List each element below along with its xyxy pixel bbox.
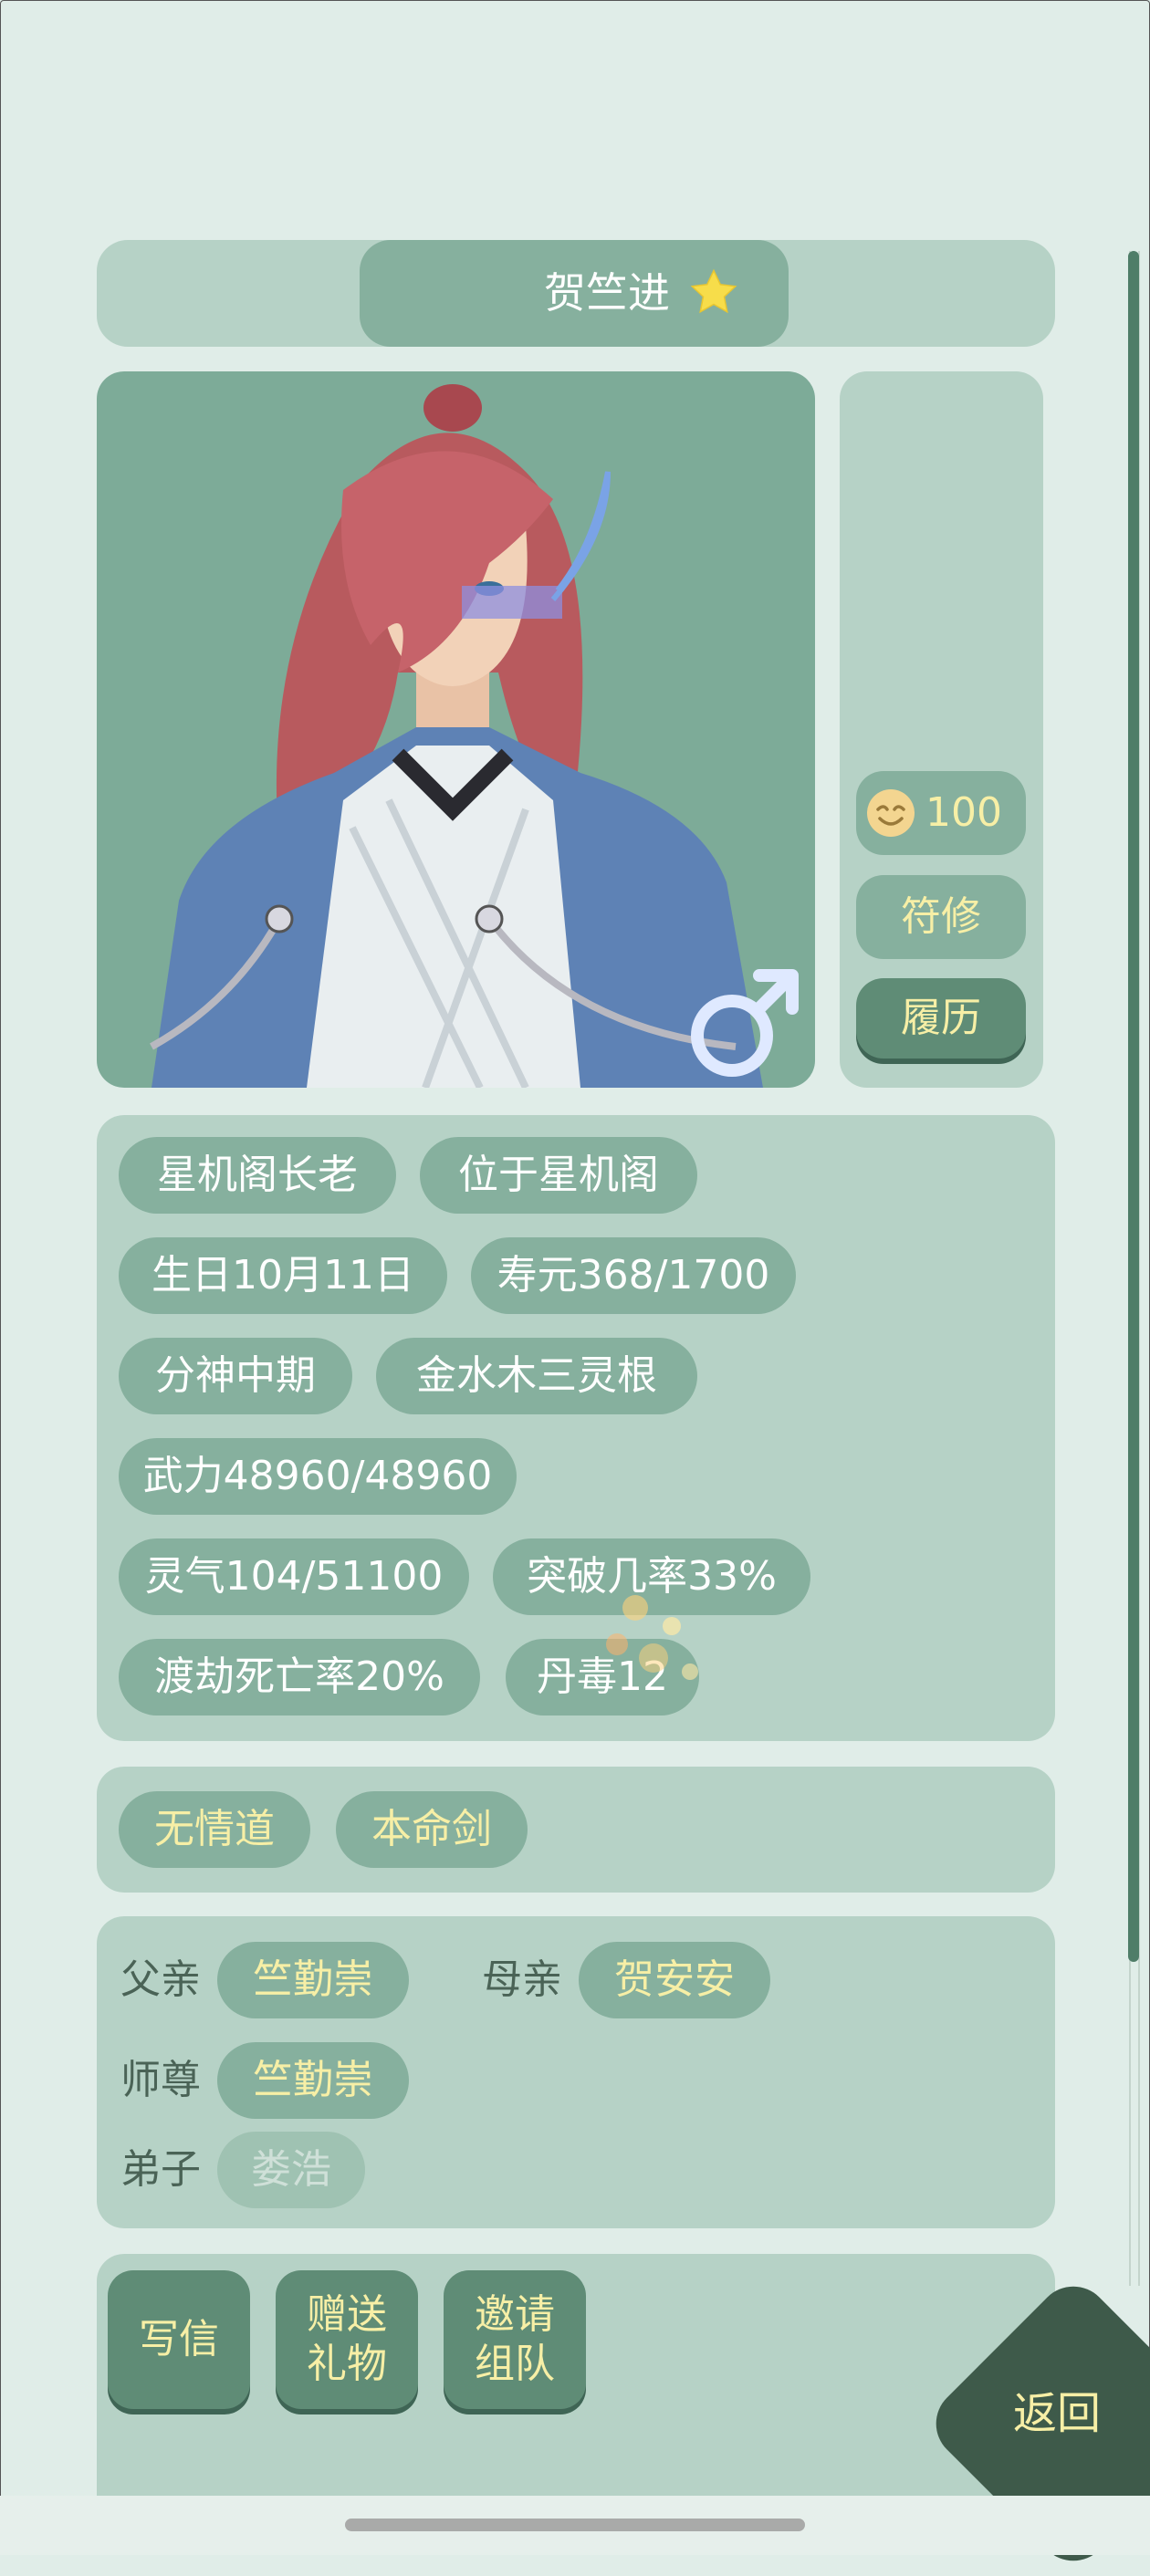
disciple-name[interactable]: 娄浩 [217,2132,365,2208]
info-tag-force: 武力48960/48960 [119,1438,517,1515]
relations-panel: 父亲 竺勤崇 母亲 贺安安 师尊 竺勤崇 弟子 娄浩 [97,1916,1055,2228]
male-symbol-icon [691,969,799,1077]
invite-team-label-line2: 组队 [475,2341,555,2387]
star-icon[interactable] [686,266,741,320]
info-tag-lifespan: 寿元368/1700 [471,1237,796,1314]
master-name[interactable]: 竺勤崇 [217,2042,409,2119]
father-label: 父亲 [120,1956,201,2003]
class-button[interactable]: 符修 [856,875,1026,959]
character-portrait [97,371,815,1088]
info-tag-title: 星机阁长老 [119,1137,396,1214]
trait-tag[interactable]: 无情道 [119,1791,310,1868]
info-tag-location: 位于星机阁 [420,1137,697,1214]
info-tag-spirit-root: 金水木三灵根 [376,1338,697,1414]
character-name: 贺竺进 [544,268,670,318]
info-tag-birthday: 生日10月11日 [119,1237,447,1314]
send-gift-button[interactable]: 赠送 礼物 [276,2270,418,2409]
name-header-panel: 贺竺进 [97,240,1055,347]
invite-team-label-line1: 邀请 [475,2291,555,2338]
invite-team-button[interactable]: 邀请 组队 [444,2270,586,2409]
traits-panel: 无情道 本命剑 [97,1767,1055,1893]
info-tag-tribulation: 渡劫死亡率20% [119,1639,480,1716]
master-label: 师尊 [120,2057,201,2103]
mood-pill: 100 [856,771,1026,855]
sparkle-effect [606,1595,698,1680]
send-gift-label-line2: 礼物 [307,2341,387,2387]
smiley-face-icon [867,789,915,837]
write-letter-button[interactable]: 写信 [108,2270,250,2409]
mood-value: 100 [925,789,1002,836]
disciple-label: 弟子 [120,2146,201,2193]
info-panel: 星机阁长老 位于星机阁 生日10月11日 寿元368/1700 分神中期 金水木… [97,1115,1055,1741]
name-tab: 贺竺进 [360,240,789,347]
history-button[interactable]: 履历 [856,978,1026,1059]
side-panel: 100 符修 履历 [840,371,1043,1088]
send-gift-label-line1: 赠送 [307,2291,387,2338]
write-letter-label: 写信 [139,2316,219,2362]
info-tag-realm: 分神中期 [119,1338,352,1414]
mother-name[interactable]: 贺安安 [579,1942,770,2018]
scrollbar-thumb[interactable] [1128,251,1139,1962]
trait-tag[interactable]: 本命剑 [336,1791,528,1868]
info-tag-qi: 灵气104/51100 [119,1538,469,1615]
home-indicator[interactable] [345,2519,805,2531]
father-name[interactable]: 竺勤崇 [217,1942,409,2018]
back-button-label[interactable]: 返回 [1013,2386,1101,2441]
mother-label: 母亲 [482,1956,562,2003]
